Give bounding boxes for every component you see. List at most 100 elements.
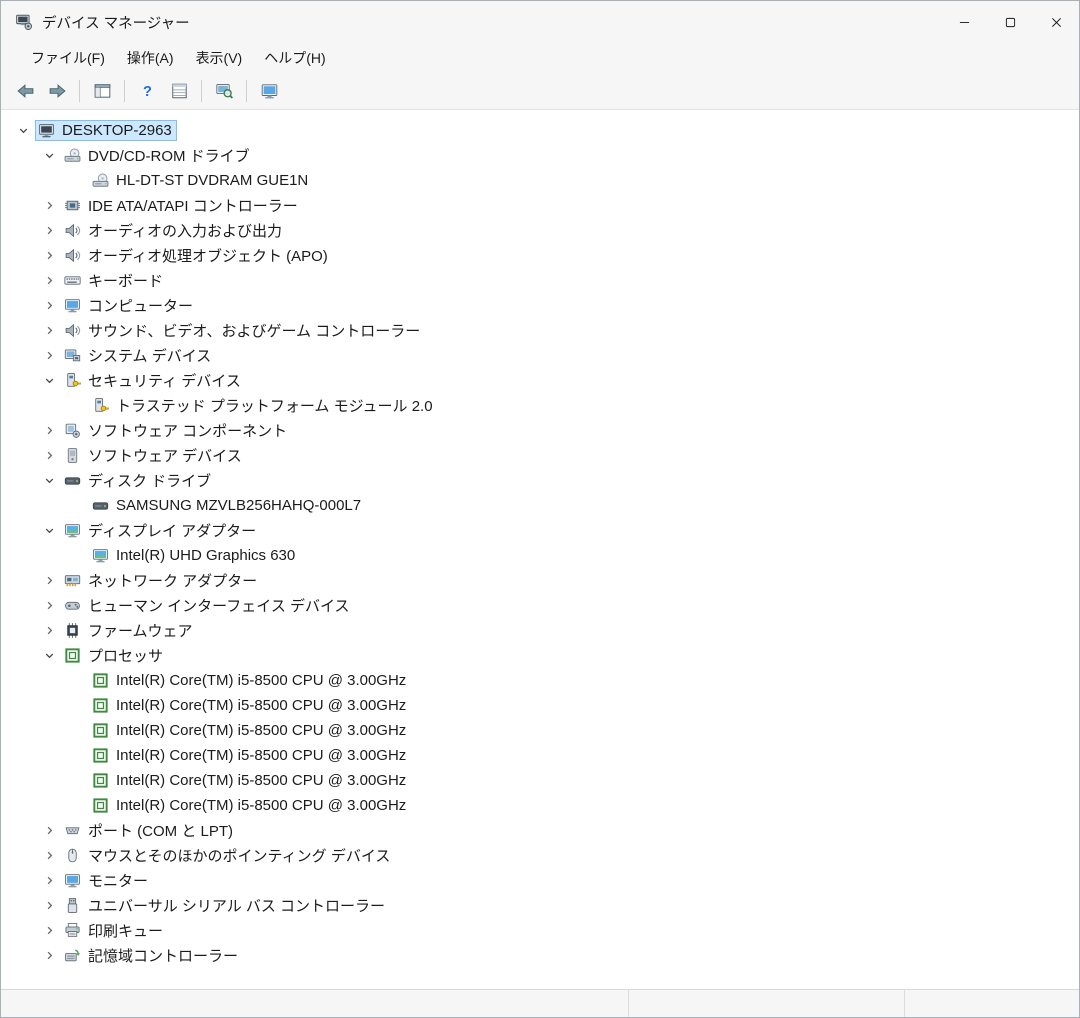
menu-view[interactable]: 表示(V) [186, 44, 253, 72]
menu-file[interactable]: ファイル(F) [21, 44, 115, 72]
tree-row[interactable]: DESKTOP-2963 [1, 118, 1079, 143]
chevron-collapsed-icon[interactable] [37, 947, 61, 965]
chevron-collapsed-icon[interactable] [37, 872, 61, 890]
tree-item-label: ユニバーサル シリアル バス コントローラー [88, 895, 385, 916]
chevron-collapsed-icon[interactable] [37, 847, 61, 865]
forward-button[interactable] [41, 77, 73, 106]
tree-row[interactable]: 印刷キュー [1, 918, 1079, 943]
properties-button[interactable] [163, 77, 195, 106]
chevron-expanded-icon[interactable] [37, 522, 61, 540]
tree-row[interactable]: Intel(R) UHD Graphics 630 [1, 543, 1079, 568]
tree-item-label: ファームウェア [88, 620, 193, 641]
chevron-collapsed-icon[interactable] [37, 222, 61, 240]
help-icon: ? [138, 82, 157, 100]
tree-row[interactable]: システム デバイス [1, 343, 1079, 368]
chevron-collapsed-icon[interactable] [37, 447, 61, 465]
chevron-collapsed-icon[interactable] [37, 922, 61, 940]
tree-row[interactable]: Intel(R) Core(TM) i5-8500 CPU @ 3.00GHz [1, 793, 1079, 818]
minimize-button[interactable] [941, 1, 987, 43]
toolbar-separator [79, 80, 80, 102]
help-button[interactable]: ? [131, 77, 163, 106]
tree-row[interactable]: マウスとそのほかのポインティング デバイス [1, 843, 1079, 868]
chevron-collapsed-icon[interactable] [37, 247, 61, 265]
tree-row[interactable]: セキュリティ デバイス [1, 368, 1079, 393]
chevron-collapsed-icon[interactable] [37, 597, 61, 615]
tree-row[interactable]: Intel(R) Core(TM) i5-8500 CPU @ 3.00GHz [1, 768, 1079, 793]
chevron-collapsed-icon[interactable] [37, 347, 61, 365]
tree-row[interactable]: ディスプレイ アダプター [1, 518, 1079, 543]
tree-item-label: 記憶域コントローラー [88, 945, 238, 966]
tree-row[interactable]: IDE ATA/ATAPI コントローラー [1, 193, 1079, 218]
tree-row[interactable]: オーディオ処理オブジェクト (APO) [1, 243, 1079, 268]
tree-item-selected: DESKTOP-2963 [35, 120, 177, 141]
menu-bar: ファイル(F)操作(A)表示(V)ヘルプ(H) [1, 43, 1079, 73]
ide-controller-icon [64, 197, 81, 214]
tree-row[interactable]: オーディオの入力および出力 [1, 218, 1079, 243]
tree-row[interactable]: Intel(R) Core(TM) i5-8500 CPU @ 3.00GHz [1, 693, 1079, 718]
tree-item: オーディオの入力および出力 [61, 218, 287, 243]
tree-row[interactable]: ユニバーサル シリアル バス コントローラー [1, 893, 1079, 918]
back-arrow-icon [16, 82, 35, 100]
chevron-collapsed-icon[interactable] [37, 322, 61, 340]
chevron-spacer [65, 672, 89, 690]
tree-row[interactable]: ソフトウェア デバイス [1, 443, 1079, 468]
tree-row[interactable]: トラステッド プラットフォーム モジュール 2.0 [1, 393, 1079, 418]
chevron-collapsed-icon[interactable] [37, 622, 61, 640]
tree-item: Intel(R) Core(TM) i5-8500 CPU @ 3.00GHz [89, 795, 411, 816]
security-key-icon [92, 397, 109, 414]
show-console-tree-button[interactable] [86, 77, 118, 106]
tree-row[interactable]: モニター [1, 868, 1079, 893]
chevron-collapsed-icon[interactable] [37, 572, 61, 590]
menu-help[interactable]: ヘルプ(H) [254, 44, 335, 72]
tree-row[interactable]: Intel(R) Core(TM) i5-8500 CPU @ 3.00GHz [1, 718, 1079, 743]
tree-row[interactable]: ディスク ドライブ [1, 468, 1079, 493]
titlebar[interactable]: デバイス マネージャー [1, 1, 1079, 43]
device-manager-app-icon [15, 13, 33, 31]
chevron-expanded-icon[interactable] [37, 147, 61, 165]
back-button[interactable] [9, 77, 41, 106]
tree-row[interactable]: HL-DT-ST DVDRAM GUE1N [1, 168, 1079, 193]
tree-row[interactable]: ヒューマン インターフェイス デバイス [1, 593, 1079, 618]
tree-item-label: システム デバイス [88, 345, 211, 366]
tree-item-label: DVD/CD-ROM ドライブ [88, 145, 250, 166]
tree-row[interactable]: キーボード [1, 268, 1079, 293]
tree-row[interactable]: Intel(R) Core(TM) i5-8500 CPU @ 3.00GHz [1, 743, 1079, 768]
tree-item: モニター [61, 868, 153, 893]
chevron-collapsed-icon[interactable] [37, 297, 61, 315]
chevron-collapsed-icon[interactable] [37, 822, 61, 840]
chevron-collapsed-icon[interactable] [37, 422, 61, 440]
chevron-collapsed-icon[interactable] [37, 197, 61, 215]
maximize-button[interactable] [987, 1, 1033, 43]
tree-item: ソフトウェア デバイス [61, 443, 247, 468]
tree-item-label: Intel(R) Core(TM) i5-8500 CPU @ 3.00GHz [116, 722, 406, 739]
tree-row[interactable]: DVD/CD-ROM ドライブ [1, 143, 1079, 168]
chevron-expanded-icon[interactable] [37, 372, 61, 390]
chevron-collapsed-icon[interactable] [37, 897, 61, 915]
chevron-expanded-icon[interactable] [37, 647, 61, 665]
tree-row[interactable]: Intel(R) Core(TM) i5-8500 CPU @ 3.00GHz [1, 668, 1079, 693]
toolbar-separator [201, 80, 202, 102]
tree-row[interactable]: SAMSUNG MZVLB256HAHQ-000L7 [1, 493, 1079, 518]
tree-row[interactable]: サウンド、ビデオ、およびゲーム コントローラー [1, 318, 1079, 343]
chevron-collapsed-icon[interactable] [37, 272, 61, 290]
tree-row[interactable]: ネットワーク アダプター [1, 568, 1079, 593]
tree-row[interactable]: コンピューター [1, 293, 1079, 318]
monitor-icon [64, 297, 81, 314]
tree-row[interactable]: ソフトウェア コンポーネント [1, 418, 1079, 443]
chevron-expanded-icon[interactable] [37, 472, 61, 490]
menu-action[interactable]: 操作(A) [117, 44, 184, 72]
scan-hardware-changes-button[interactable] [208, 77, 240, 106]
tree-row[interactable]: ファームウェア [1, 618, 1079, 643]
remote-computer-button[interactable] [253, 77, 285, 106]
tree-item-label: マウスとそのほかのポインティング デバイス [88, 845, 390, 866]
chevron-expanded-icon[interactable] [11, 122, 35, 140]
tree-item-label: モニター [88, 870, 148, 891]
tree-item: DVD/CD-ROM ドライブ [61, 143, 255, 168]
tree-item: コンピューター [61, 293, 198, 318]
tree-row[interactable]: ポート (COM と LPT) [1, 818, 1079, 843]
tree-item-label: プロセッサ [88, 645, 163, 666]
tree-item-label: サウンド、ビデオ、およびゲーム コントローラー [88, 320, 420, 341]
tree-row[interactable]: 記憶域コントローラー [1, 943, 1079, 968]
close-button[interactable] [1033, 1, 1079, 43]
tree-row[interactable]: プロセッサ [1, 643, 1079, 668]
